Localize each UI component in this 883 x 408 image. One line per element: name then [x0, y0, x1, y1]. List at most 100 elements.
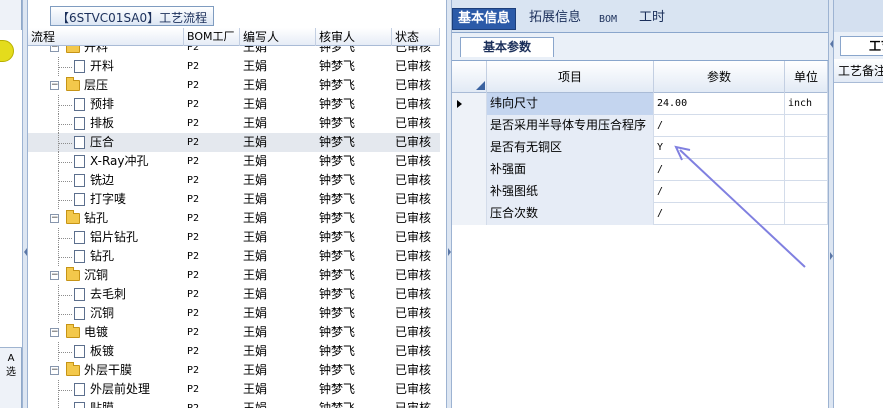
cell-status: 已审核: [395, 268, 432, 282]
cell-writer: 王娟: [243, 287, 268, 301]
param-unit: [785, 159, 828, 181]
tree-node-item[interactable]: 去毛刺 P2 王娟 钟梦飞 已审核: [28, 285, 440, 304]
tab-basic-info[interactable]: 基本信息: [452, 8, 517, 30]
select-all-icon: [476, 81, 485, 90]
tree-node-folder[interactable]: − 电镀 P2 王娟 钟梦飞 已审核: [28, 323, 440, 342]
col-header-item[interactable]: 项目: [487, 61, 654, 93]
tree-node-folder[interactable]: − 钻孔 P2 王娟 钟梦飞 已审核: [28, 209, 440, 228]
tree-node-label: 钻孔: [90, 249, 115, 263]
tree-node-item[interactable]: 开料 P2 王娟 钟梦飞 已审核: [28, 57, 440, 76]
param-row[interactable]: 纬向尺寸 24.00 inch: [452, 93, 828, 115]
col-header-flow[interactable]: 流程: [28, 28, 184, 46]
collapse-top-icon[interactable]: [830, 40, 833, 48]
tree-node-item[interactable]: 排板 P2 王娟 钟梦飞 已审核: [28, 114, 440, 133]
tree-node-label: 压合: [90, 135, 115, 149]
document-icon: [74, 60, 85, 73]
col-header-unit[interactable]: 单位: [785, 61, 828, 93]
tree-node-item[interactable]: 钻孔 P2 王娟 钟梦飞 已审核: [28, 247, 440, 266]
tree-node-item[interactable]: 预排 P2 王娟 钟梦飞 已审核: [28, 95, 440, 114]
cell-status: 已审核: [395, 116, 432, 130]
collapse-node-icon[interactable]: −: [50, 214, 59, 223]
collapse-node-icon[interactable]: −: [50, 271, 59, 280]
cell-writer: 王娟: [243, 268, 268, 282]
tab-extended-info[interactable]: 拓展信息: [524, 8, 586, 30]
row-header[interactable]: [452, 93, 487, 115]
cell-status: 已审核: [395, 154, 432, 168]
collapse-node-icon[interactable]: −: [50, 81, 59, 90]
collapse-node-icon[interactable]: −: [50, 328, 59, 337]
param-row[interactable]: 是否有无铜区 Y: [452, 137, 828, 159]
tree-node-label: 外层干膜: [84, 363, 133, 377]
app-window: A 选 【6STVC01SA0】工艺流程 流程 BOM工厂 编写人 核审人 状态…: [0, 0, 883, 408]
param-value[interactable]: /: [654, 203, 785, 225]
tree-connector: [58, 200, 72, 201]
tree-node-item[interactable]: 沉铜 P2 王娟 钟梦飞 已审核: [28, 304, 440, 323]
param-row[interactable]: 压合次数 /: [452, 203, 828, 225]
tree-node-item[interactable]: 压合 P2 王娟 钟梦飞 已审核: [28, 133, 440, 152]
param-unit: [785, 137, 828, 159]
cell-bom: P2: [187, 289, 200, 300]
collapse-far-right-icon[interactable]: [830, 252, 833, 260]
collapse-node-icon[interactable]: −: [50, 46, 59, 52]
col-header-reviewer[interactable]: 核审人: [316, 28, 392, 46]
document-icon: [74, 402, 85, 408]
tree-node-item[interactable]: 贴膜 P2王娟 钟梦飞 已审核: [28, 399, 440, 408]
tree-header: 流程 BOM工厂 编写人 核审人 状态: [28, 28, 440, 46]
remarks-header[interactable]: 工艺备注: [834, 59, 883, 83]
tree-node-item[interactable]: 外层前处理 P2 王娟 钟梦飞 已审核: [28, 380, 440, 399]
param-value[interactable]: 24.00: [654, 93, 785, 115]
cell-status: 已审核: [395, 249, 432, 263]
param-row[interactable]: 是否采用半导体专用压合程序 /: [452, 115, 828, 137]
tree-connector: [58, 228, 59, 247]
tree-connector: [58, 399, 59, 408]
tree-connector: [58, 162, 72, 163]
tree-node-folder[interactable]: − 开料 P2 王娟 钟梦飞 已审核: [28, 46, 440, 57]
document-icon: [74, 117, 85, 130]
tab-process-remarks[interactable]: 工艺备注: [840, 36, 883, 56]
param-value[interactable]: Y: [654, 137, 785, 159]
tree-connector: [58, 190, 59, 209]
collapse-node-icon[interactable]: −: [50, 366, 59, 375]
tree-node-folder[interactable]: − 层压 P2 王娟 钟梦飞 已审核: [28, 76, 440, 95]
tab-bom[interactable]: BOM: [594, 10, 622, 32]
col-header-status[interactable]: 状态: [392, 28, 440, 46]
tree-connector: [58, 304, 59, 323]
tree-node-item[interactable]: 板镀 P2 王娟 钟梦飞 已审核: [28, 342, 440, 361]
col-header-value[interactable]: 参数: [654, 61, 785, 93]
col-header-writer[interactable]: 编写人: [240, 28, 316, 46]
tree-node-item[interactable]: 打字唛 P2 王娟 钟梦飞 已审核: [28, 190, 440, 209]
param-value[interactable]: /: [654, 159, 785, 181]
collapse-left-icon[interactable]: [24, 248, 27, 256]
cell-bom: P2: [187, 61, 200, 72]
tree-node-label: 打字唛: [90, 192, 127, 206]
param-item: 压合次数: [487, 203, 654, 225]
tree-connector: [58, 238, 72, 239]
row-header[interactable]: [452, 203, 487, 225]
tree-connector: [58, 352, 72, 353]
row-header[interactable]: [452, 115, 487, 137]
remarks-body[interactable]: [834, 83, 883, 408]
cell-status: 已审核: [395, 306, 432, 320]
cell-bom: P2: [187, 327, 200, 338]
cell-bom: P2: [187, 365, 200, 376]
collapse-right-icon[interactable]: [448, 248, 451, 256]
col-header-bom[interactable]: BOM工厂: [184, 28, 240, 46]
tree-node-folder[interactable]: − 沉铜 P2 王娟 钟梦飞 已审核: [28, 266, 440, 285]
cell-writer: 王娟: [243, 154, 268, 168]
tree-node-folder[interactable]: − 外层干膜 P2 王娟 钟梦飞 已审核: [28, 361, 440, 380]
row-header[interactable]: [452, 137, 487, 159]
tab-basic-params[interactable]: 基本参数: [460, 37, 554, 57]
tree-connector: [58, 114, 59, 133]
param-row[interactable]: 补强面 /: [452, 159, 828, 181]
param-value[interactable]: /: [654, 181, 785, 203]
param-value[interactable]: /: [654, 115, 785, 137]
row-header[interactable]: [452, 181, 487, 203]
tab-work-hours[interactable]: 工时: [634, 8, 670, 30]
tree-node-item[interactable]: 铝片钻孔 P2 王娟 钟梦飞 已审核: [28, 228, 440, 247]
param-row[interactable]: 补强图纸 /: [452, 181, 828, 203]
row-header[interactable]: [452, 159, 487, 181]
cell-writer: 王娟: [243, 46, 268, 54]
tree-node-item[interactable]: 铣边 P2 王娟 钟梦飞 已审核: [28, 171, 440, 190]
tree-node-item[interactable]: X-Ray冲孔 P2 王娟 钟梦飞 已审核: [28, 152, 440, 171]
tree-connector: [58, 105, 72, 106]
